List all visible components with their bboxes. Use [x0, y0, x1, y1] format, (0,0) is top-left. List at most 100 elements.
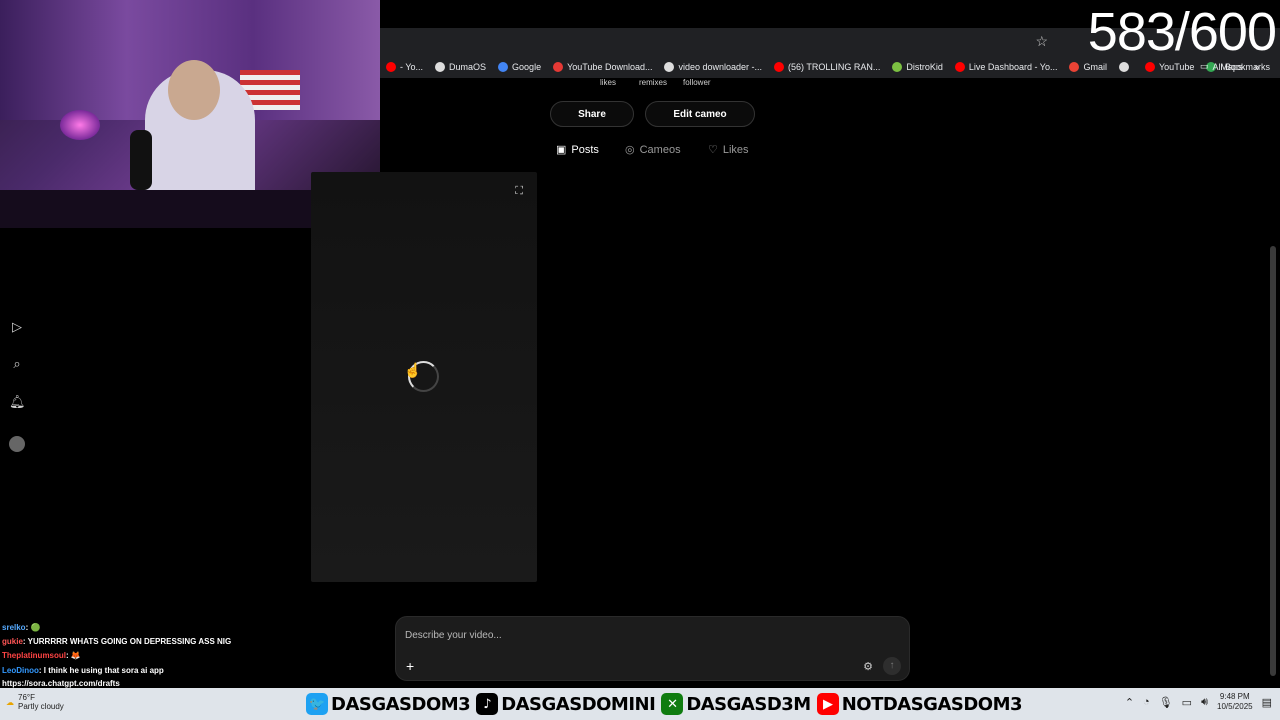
bookmark-label: (56) TROLLING RAN...: [788, 62, 881, 72]
social-handle: ♪ DASGASDOMINI: [476, 693, 656, 715]
share-button[interactable]: Share: [550, 101, 634, 127]
settings-sliders-icon[interactable]: ⚙: [863, 660, 873, 673]
folder-icon: ▭: [1199, 61, 1209, 71]
chat-message: Theplatinumsoul: 🦊: [2, 651, 81, 660]
tab-cameos[interactable]: ◎ Cameos: [625, 143, 681, 157]
social-handle: ▶ NOTDASGASDOM3: [816, 693, 1023, 715]
chat-text: : I think he using that sora ai app: [38, 666, 164, 675]
youtube-icon: [774, 62, 785, 72]
sub-goal-counter: 583/600: [1087, 2, 1277, 62]
bookmark-label: - Yo...: [400, 62, 424, 72]
scrollbar[interactable]: [1270, 246, 1276, 676]
chat-username: Theplatinumsoul: [2, 651, 66, 660]
bookmark-item[interactable]: YouTube: [1139, 62, 1200, 72]
bookmark-label: YouTube Download...: [567, 62, 653, 72]
fullscreen-icon[interactable]: ⛶: [515, 185, 523, 198]
clock-time: 9:48 PM: [1219, 692, 1250, 701]
avatar[interactable]: [9, 436, 25, 452]
mic-icon[interactable]: 🎙︎: [1159, 696, 1173, 709]
gmail-icon: [1069, 62, 1080, 72]
bell-icon[interactable]: 🔔︎: [9, 394, 26, 410]
chat-message: LeoDinoo: I think he using that sora ai …: [2, 666, 164, 675]
tab-cameos-label: Cameos: [639, 143, 681, 156]
social-handle-text: DASGASD3M: [686, 693, 811, 715]
social-handle-text: DASGASDOM3: [331, 693, 471, 715]
bookmark-label: video downloader -...: [678, 62, 763, 72]
system-tray: ⌃ ◔ 🎙︎ ▭ 🔊︎ 9:48 PM 10/5/2025 ▤: [1125, 692, 1272, 712]
tab-likes[interactable]: ♡ Likes: [708, 143, 749, 157]
volume-icon[interactable]: 🔊︎: [1201, 696, 1208, 709]
bookmark-label: Google: [512, 62, 542, 72]
bookmark-label: DistroKid: [906, 62, 943, 72]
distrokid-icon: [892, 62, 903, 72]
person-icon: ◎: [625, 144, 635, 156]
edit-cameo-button[interactable]: Edit cameo: [645, 101, 755, 127]
tiktok-icon: ♪: [476, 693, 499, 715]
posts-icon: ▣: [556, 144, 567, 156]
bookmark-star-icon[interactable]: ☆: [1035, 33, 1048, 50]
clock-date: 10/5/2025: [1217, 702, 1253, 711]
chat-message: srelko: 🟢: [2, 623, 40, 632]
chat-message: gukie: YURRRRR WHATS GOING ON DEPRESSING…: [2, 637, 231, 646]
monitor-icon[interactable]: ▭: [1182, 696, 1192, 709]
add-button[interactable]: +: [406, 658, 414, 674]
chat-text: : 🟢: [25, 623, 41, 632]
bookmark-item[interactable]: Gmail: [1063, 62, 1113, 72]
bookmark-item[interactable]: Live Dashboard - Yo...: [949, 62, 1064, 72]
chat-text: : 🦊: [66, 651, 81, 660]
heart-icon: ♡: [708, 144, 718, 156]
dumaos-icon: [435, 62, 446, 72]
stat-follower: follower: [683, 78, 711, 87]
bookmark-item[interactable]: - Yo...: [380, 62, 429, 72]
all-bookmarks-label: All Bookmarks: [1212, 61, 1270, 72]
chat-username: LeoDinoo: [2, 666, 39, 675]
social-handle: ✕ DASGASD3M: [661, 693, 811, 715]
stat-likes: likes: [600, 78, 617, 87]
chat-username: srelko: [2, 623, 26, 632]
bookmark-item[interactable]: Google: [492, 62, 547, 72]
search-icon[interactable]: ⌕: [9, 356, 25, 372]
xbox-icon: ✕: [661, 693, 684, 715]
clock[interactable]: 9:48 PM 10/5/2025: [1217, 692, 1253, 712]
bookmark-item[interactable]: DistroKid: [886, 62, 949, 72]
youtube-icon: [954, 62, 965, 72]
all-bookmarks-button[interactable]: ▭ All Bookmarks: [1200, 61, 1270, 72]
bookmark-label: Gmail: [1083, 62, 1107, 72]
notification-icon[interactable]: ▤: [1262, 696, 1272, 709]
bookmark-label: YouTube: [1159, 62, 1195, 72]
bookmark-item[interactable]: (56) TROLLING RAN...: [768, 62, 886, 72]
prompt-composer[interactable]: Describe your video... + ⚙ ↑: [395, 616, 910, 681]
globe-icon: [1119, 62, 1129, 72]
twitter-icon: 🐦: [306, 693, 328, 715]
social-handles-banner: 🐦 DASGASDOM3 ♪ DASGASDOMINI ✕ DASGASD3M ▶ NOTDA…: [306, 690, 1023, 718]
stat-remixes: remixes: [639, 78, 668, 87]
download-icon: [553, 62, 564, 72]
bookmark-label: DumaOS: [449, 62, 487, 72]
prompt-input[interactable]: Describe your video...: [405, 630, 502, 641]
bookmark-item[interactable]: [1113, 62, 1139, 72]
chat-message: https://sora.chatgpt.com/drafts: [2, 679, 120, 688]
bookmark-item[interactable]: YouTube Download...: [547, 62, 658, 72]
send-button[interactable]: ↑: [883, 657, 901, 675]
tab-posts[interactable]: ▣ Posts: [556, 143, 599, 157]
google-icon: [498, 62, 509, 72]
social-handle-text: NOTDASGASDOM3: [841, 693, 1023, 715]
chat-username: gukie: [2, 637, 23, 646]
cursor-icon: ☝: [404, 362, 422, 378]
tab-posts-label: Posts: [571, 143, 599, 156]
chevron-up-icon[interactable]: ⌃: [1125, 696, 1134, 709]
social-handle-text: DASGASDOMINI: [501, 693, 656, 715]
network-icon[interactable]: ◔: [1143, 696, 1150, 708]
chat-text: https://sora.chatgpt.com/drafts: [2, 679, 120, 688]
social-handle: 🐦 DASGASDOM3: [306, 693, 471, 715]
youtube-icon: [1145, 62, 1155, 72]
bookmark-item[interactable]: video downloader -...: [658, 62, 768, 72]
weather-widget[interactable]: ☁ 76°F Partly cloudy: [6, 693, 64, 711]
google-icon: [664, 62, 675, 72]
weather-temp: 76°F: [18, 693, 35, 702]
weather-icon: ☁: [6, 697, 14, 707]
tab-likes-label: Likes: [722, 143, 749, 156]
play-icon[interactable]: ▷: [9, 319, 25, 335]
youtube-icon: [386, 62, 396, 72]
bookmark-item[interactable]: DumaOS: [429, 62, 492, 72]
